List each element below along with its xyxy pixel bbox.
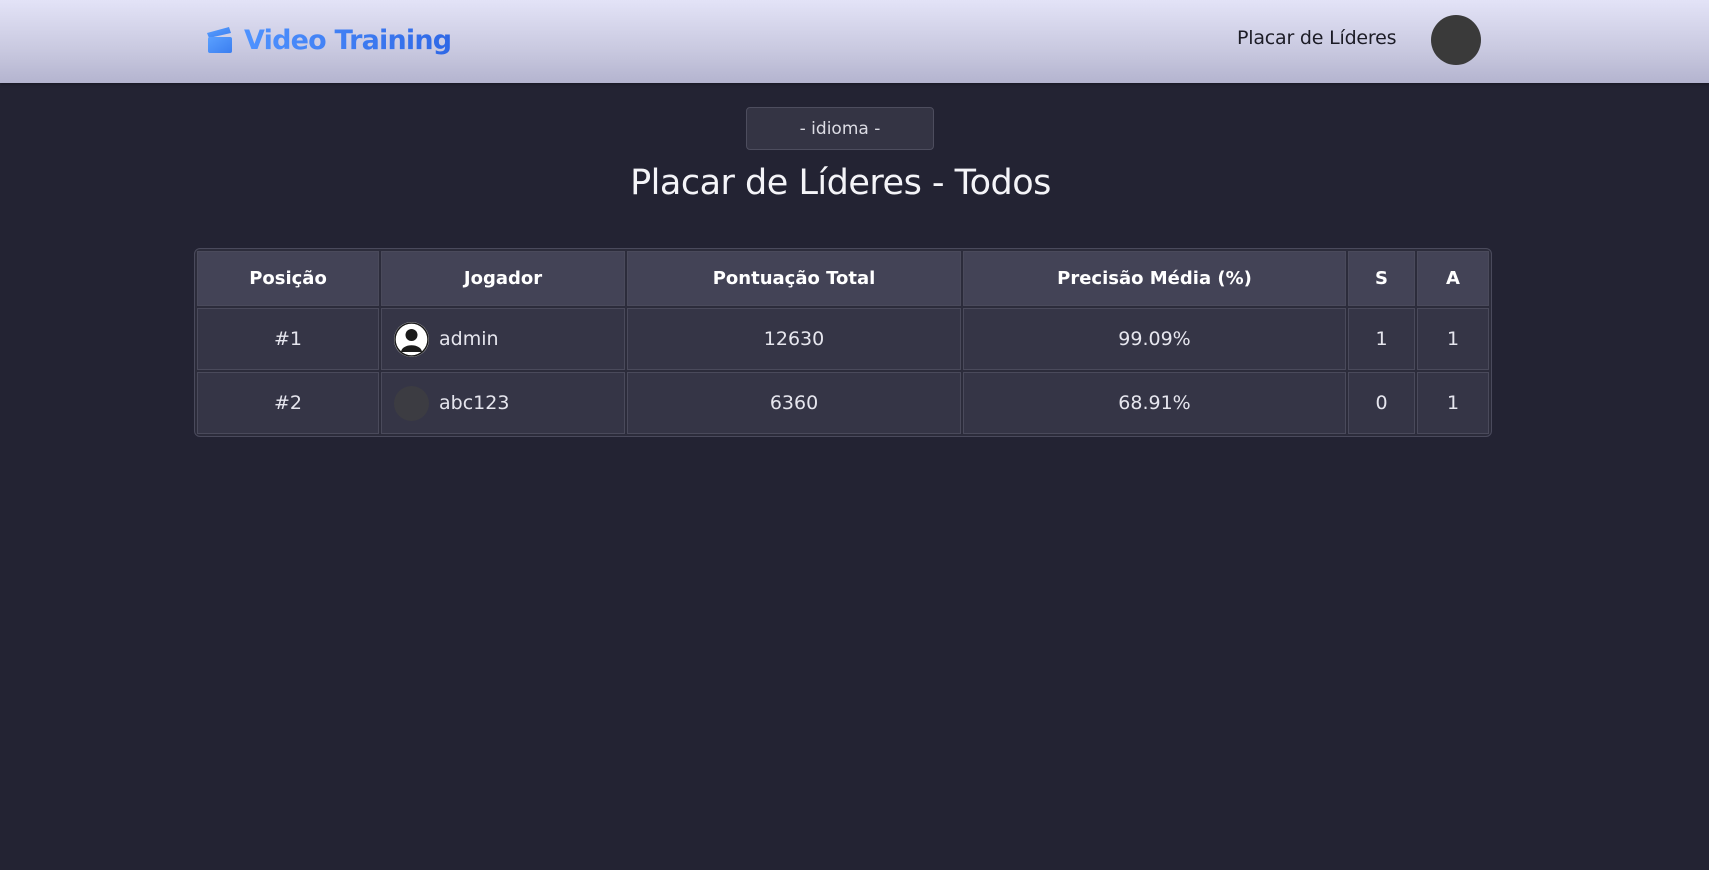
table-row: #2 abc123 6360 68.91% 0 1 [197,372,1489,434]
default-user-icon [394,321,429,357]
leaderboard-table: Posição Jogador Pontuação Total Precisão… [194,248,1492,437]
nav-link-leaderboard[interactable]: Placar de Líderes [1237,27,1397,49]
user-avatar-button[interactable] [1431,15,1481,65]
header-average-accuracy: Precisão Média (%) [963,251,1346,306]
cell-a: 1 [1417,372,1489,434]
cell-total-score: 12630 [627,308,961,370]
cell-position: #2 [197,372,379,434]
brand-title: Video Training [244,24,452,56]
cell-average-accuracy: 68.91% [963,372,1346,434]
cell-player[interactable]: admin [381,308,625,370]
cell-s: 0 [1348,372,1415,434]
table-header-row: Posição Jogador Pontuação Total Precisão… [197,251,1489,306]
header-player: Jogador [381,251,625,306]
player-name: abc123 [439,392,510,414]
header-a: A [1417,251,1489,306]
cell-position: #1 [197,308,379,370]
clapperboard-icon [207,27,232,53]
brand-logo-link[interactable]: Video Training [205,20,452,60]
top-navbar: Video Training Placar de Líderes [0,0,1709,83]
cell-average-accuracy: 99.09% [963,308,1346,370]
language-select[interactable]: - idioma - [746,107,934,150]
page-title: Placar de Líderes - Todos [630,163,1051,203]
cell-total-score: 6360 [627,372,961,434]
language-select-value: - idioma - [799,118,881,139]
header-total-score: Pontuação Total [627,251,961,306]
cell-a: 1 [1417,308,1489,370]
blank-avatar [394,385,429,421]
table-row: #1 admin 12630 99.09% 1 1 [197,308,1489,370]
header-position: Posição [197,251,379,306]
header-s: S [1348,251,1415,306]
cell-s: 1 [1348,308,1415,370]
cell-player[interactable]: abc123 [381,372,625,434]
player-name: admin [439,328,499,350]
